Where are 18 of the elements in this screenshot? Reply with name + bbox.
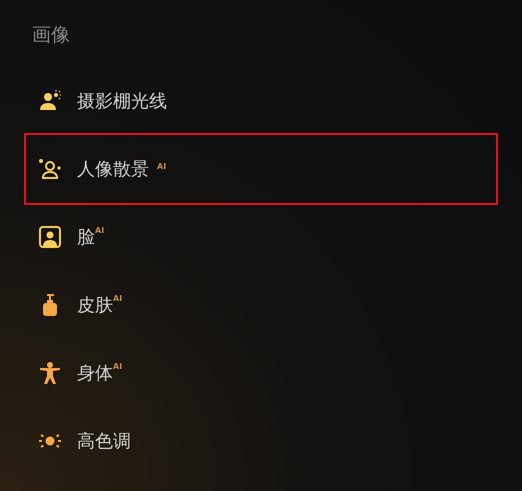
- ai-label: AI: [113, 294, 122, 302]
- ai-label: AI: [157, 162, 166, 170]
- person-bokeh-icon: [38, 157, 62, 181]
- menu-item[interactable]: 人像散景 AI: [24, 133, 498, 205]
- body-figure-icon: [38, 361, 62, 385]
- section-title: 画像: [31, 23, 71, 48]
- portrait-frame-icon: [38, 225, 62, 249]
- item-label: 皮肤: [77, 294, 113, 317]
- item-label: 脸: [77, 226, 95, 249]
- item-label: 高色调: [77, 430, 131, 453]
- item-label: 摄影棚光线: [77, 90, 167, 113]
- ai-label: AI: [113, 362, 122, 370]
- person-light-icon: [38, 89, 62, 113]
- item-label: 身体: [77, 362, 113, 385]
- item-label: 人像散景: [77, 158, 149, 181]
- menu-item[interactable]: 高色调: [24, 407, 498, 475]
- ai-label: AI: [95, 226, 104, 234]
- menu-item[interactable]: 摄影棚光线: [24, 67, 498, 135]
